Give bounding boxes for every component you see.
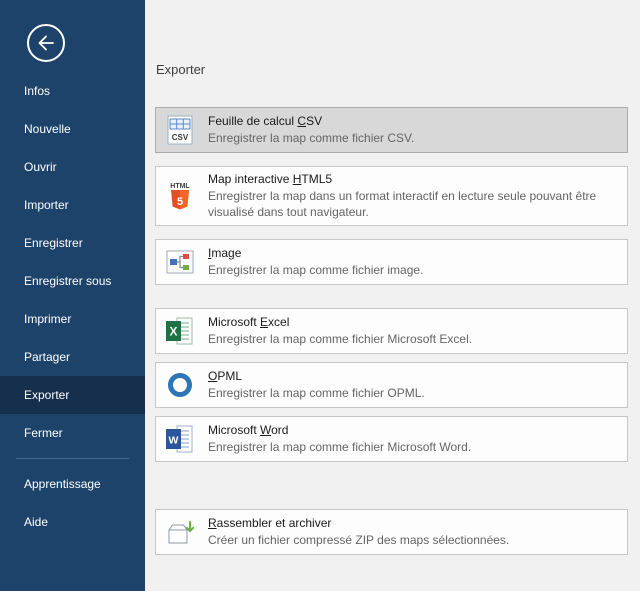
sidebar-item-enregistrer-sous[interactable]: Enregistrer sous [0,262,145,300]
option-title-text: Microsoft [208,315,260,329]
word-icon: W [164,423,196,455]
option-texts: Image Enregistrer la map comme fichier i… [208,246,423,279]
export-panel: Exporter CSV Feuille de calcul CSV Enreg… [145,0,640,591]
option-title-accesskey: E [260,315,268,329]
export-option-excel[interactable]: X Microsoft Excel Enregistrer la map com… [155,308,628,354]
svg-text:5: 5 [177,196,183,208]
option-title: Map interactive HTML5 [208,172,617,186]
sidebar-nav: Infos Nouvelle Ouvrir Importer Enregistr… [0,72,145,541]
option-description: Enregistrer la map comme fichier OPML. [208,386,425,402]
export-option-image[interactable]: Image Enregistrer la map comme fichier i… [155,239,628,285]
excel-icon: X [164,315,196,347]
export-option-html5[interactable]: HTML 5 Map interactive HTML5 Enregistrer… [155,166,628,226]
option-texts: OPML Enregistrer la map comme fichier OP… [208,369,425,402]
page-title: Exporter [156,62,628,77]
sidebar-item-apprentissage[interactable]: Apprentissage [0,465,145,503]
option-title-text: Microsoft [208,423,260,437]
svg-text:CSV: CSV [172,133,189,142]
option-texts: Rassembler et archiver Créer un fichier … [208,516,509,549]
option-description: Enregistrer la map comme fichier CSV. [208,131,414,147]
option-title-accesskey: W [260,423,271,437]
option-title-text: TML5 [301,172,332,186]
option-description: Enregistrer la map comme fichier image. [208,263,423,279]
svg-text:X: X [169,325,177,339]
opml-icon [164,369,196,401]
option-texts: Map interactive HTML5 Enregistrer la map… [208,172,617,220]
option-title-accesskey: R [208,516,217,530]
option-title-accesskey: C [297,114,306,128]
option-title-text: ord [271,423,288,437]
csv-icon: CSV [164,114,196,146]
export-option-word[interactable]: W Microsoft Word Enregistrer la map comm… [155,416,628,462]
html5-icon: HTML 5 [164,180,196,212]
sidebar-item-importer[interactable]: Importer [0,186,145,224]
sidebar-item-aide[interactable]: Aide [0,503,145,541]
backstage-sidebar: Infos Nouvelle Ouvrir Importer Enregistr… [0,0,145,591]
option-title: Rassembler et archiver [208,516,509,530]
option-description: Enregistrer la map comme fichier Microso… [208,332,472,348]
svg-text:W: W [169,435,179,447]
back-arrow-icon [36,33,56,53]
sidebar-item-infos[interactable]: Infos [0,72,145,110]
option-title-text: PML [217,369,242,383]
sidebar-separator [16,458,129,459]
sidebar-item-imprimer[interactable]: Imprimer [0,300,145,338]
option-title-accesskey: O [208,369,217,383]
image-icon [164,246,196,278]
sidebar-item-enregistrer[interactable]: Enregistrer [0,224,145,262]
option-texts: Microsoft Word Enregistrer la map comme … [208,423,471,456]
option-texts: Feuille de calcul CSV Enregistrer la map… [208,114,414,147]
back-button[interactable] [27,24,65,62]
option-title-text: xcel [268,315,289,329]
option-title: Microsoft Excel [208,315,472,329]
option-title-text: SV [306,114,322,128]
option-title: Microsoft Word [208,423,471,437]
svg-text:HTML: HTML [170,183,190,190]
option-description: Enregistrer la map dans un format intera… [208,189,617,220]
option-title: OPML [208,369,425,383]
export-option-pack-and-go[interactable]: Rassembler et archiver Créer un fichier … [155,509,628,555]
export-option-opml[interactable]: OPML Enregistrer la map comme fichier OP… [155,362,628,408]
sidebar-item-partager[interactable]: Partager [0,338,145,376]
option-title: Feuille de calcul CSV [208,114,414,128]
option-title: Image [208,246,423,260]
option-texts: Microsoft Excel Enregistrer la map comme… [208,315,472,348]
option-title-text: mage [211,246,241,260]
option-description: Créer un fichier compressé ZIP des maps … [208,533,509,549]
option-title-text: assembler et archiver [217,516,332,530]
sidebar-item-nouvelle[interactable]: Nouvelle [0,110,145,148]
backstage-view: Infos Nouvelle Ouvrir Importer Enregistr… [0,0,640,591]
option-title-text: Map interactive [208,172,293,186]
sidebar-item-exporter[interactable]: Exporter [0,376,145,414]
sidebar-item-fermer[interactable]: Fermer [0,414,145,452]
option-title-text: Feuille de calcul [208,114,297,128]
export-option-csv[interactable]: CSV Feuille de calcul CSV Enregistrer la… [155,107,628,153]
option-description: Enregistrer la map comme fichier Microso… [208,440,471,456]
sidebar-item-ouvrir[interactable]: Ouvrir [0,148,145,186]
pack-and-go-icon [164,516,196,548]
